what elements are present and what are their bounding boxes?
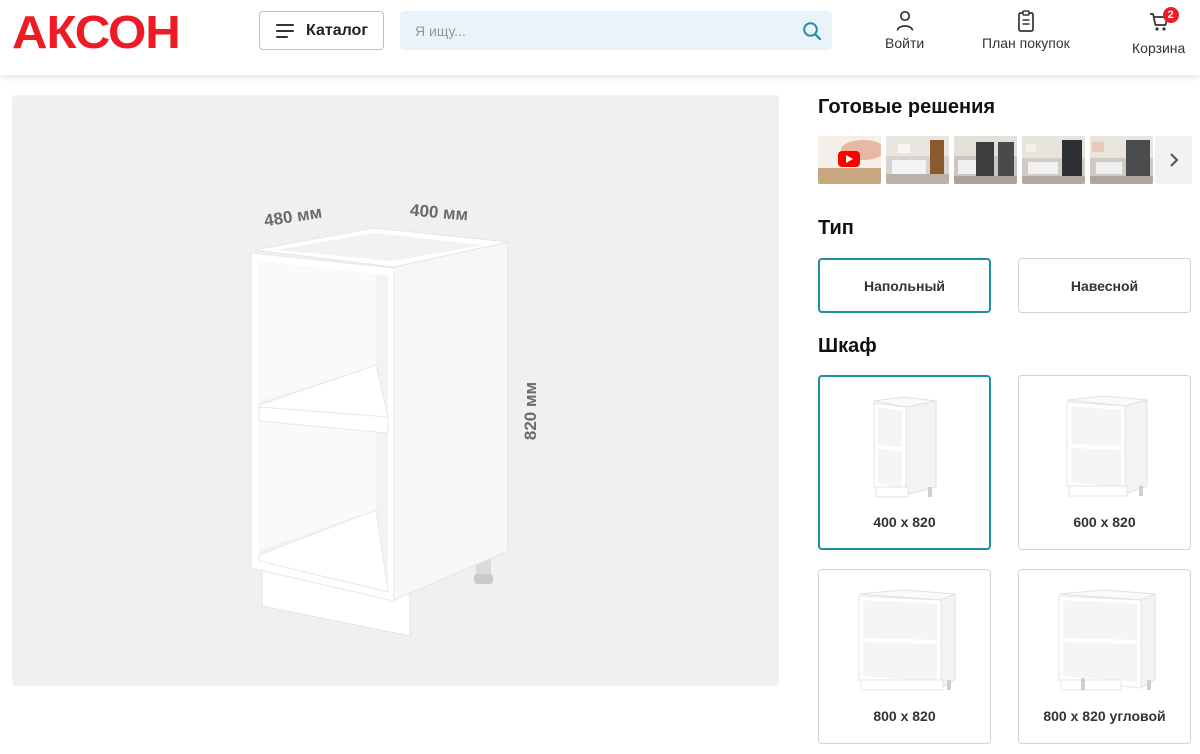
clipboard-icon: [1018, 10, 1034, 32]
height-dimension-label: 820 мм: [521, 381, 541, 441]
cabinet-option-label: 800 x 820 угловой: [1043, 708, 1166, 724]
cart-label: Корзина: [1132, 40, 1186, 56]
cabinet-thumbnail: [858, 589, 956, 691]
search-input[interactable]: [400, 11, 790, 50]
kitchen-photo-3[interactable]: [1022, 136, 1085, 184]
ready-solutions-title: Готовые решения: [818, 96, 996, 118]
login-label: Войти: [885, 35, 925, 51]
search-icon[interactable]: [802, 21, 822, 41]
catalog-label: Каталог: [306, 21, 368, 39]
type-option-wall[interactable]: Навесной: [1018, 258, 1191, 313]
carousel-next-button[interactable]: [1155, 136, 1192, 184]
product-preview: 480 мм 400 мм 820 мм: [12, 95, 779, 686]
cart-count-badge: 2: [1162, 7, 1179, 23]
menu-icon: [276, 23, 294, 38]
site-header: АКСОН Каталог Войти План покупок: [0, 0, 1200, 75]
kitchen-photo-2[interactable]: [954, 136, 1017, 184]
shopping-plan-label: План покупок: [982, 35, 1070, 51]
cabinet-section-title: Шкаф: [818, 335, 877, 357]
cabinet-option-label: 800 x 820: [873, 708, 936, 724]
kitchen-photo-4[interactable]: [1090, 136, 1153, 184]
type-option-floor[interactable]: Напольный: [818, 258, 991, 313]
cabinet-option-600[interactable]: 600 x 820: [1018, 375, 1191, 550]
video-thumbnail[interactable]: [818, 136, 881, 184]
catalog-button[interactable]: Каталог: [259, 11, 384, 50]
cabinet-option-label: 400 x 820: [873, 514, 936, 530]
cabinet-illustration: [250, 227, 509, 637]
cart-button[interactable]: 2 Корзина: [1132, 7, 1186, 56]
user-icon: [896, 10, 913, 31]
cabinet-thumbnail: [1066, 395, 1148, 497]
kitchen-photo-1[interactable]: [886, 136, 949, 184]
cabinet-option-400[interactable]: 400 x 820: [818, 375, 991, 550]
cabinet-thumbnail: [873, 396, 937, 498]
cabinet-thumbnail: [1058, 589, 1156, 691]
logo[interactable]: АКСОН: [12, 9, 181, 55]
chevron-right-icon: [1169, 153, 1178, 167]
login-button[interactable]: Войти: [885, 10, 924, 51]
cabinet-option-800-corner[interactable]: 800 x 820 угловой: [1018, 569, 1191, 744]
cabinet-option-800[interactable]: 800 x 820: [818, 569, 991, 744]
search-bar: [400, 11, 832, 50]
type-section-title: Тип: [818, 217, 854, 239]
cabinet-option-label: 600 x 820: [1073, 514, 1136, 530]
shopping-plan-button[interactable]: План покупок: [982, 10, 1070, 51]
